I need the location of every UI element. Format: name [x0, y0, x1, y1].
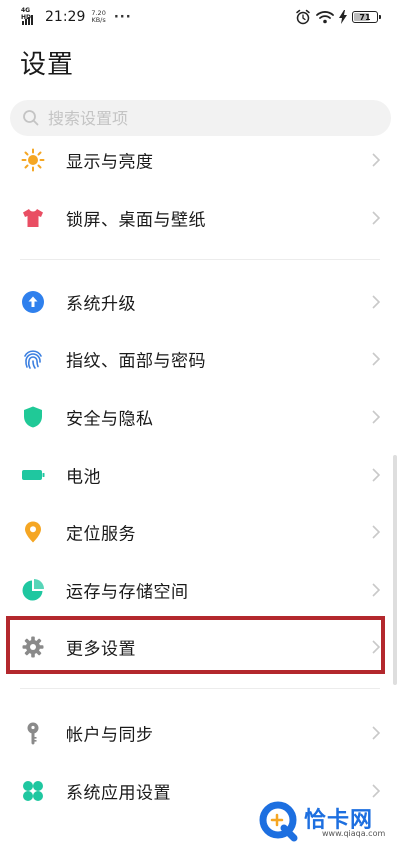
settings-item-battery[interactable]: 电池: [0, 447, 400, 503]
search-icon: [23, 110, 39, 126]
watermark-url: www.qiaqa.com: [322, 829, 386, 838]
status-bar: 4G HD 21:29 7.20 KB/s ··· 71: [0, 0, 400, 34]
settings-item-display-brightness[interactable]: 显示与亮度: [0, 132, 400, 188]
settings-item-lockscreen-wallpaper[interactable]: 锁屏、桌面与壁纸: [0, 190, 400, 246]
settings-item-label: 锁屏、桌面与壁纸: [66, 210, 206, 231]
battery-indicator: 71: [352, 11, 381, 23]
tshirt-icon: [23, 209, 43, 227]
settings-item-label: 安全与隐私: [66, 409, 154, 430]
battery-level: 71: [359, 12, 371, 22]
chevron-right-icon: [372, 726, 381, 740]
alarm-clock-icon: [296, 9, 310, 25]
arrow-up-circle-icon: [22, 291, 44, 313]
chevron-right-icon: [372, 468, 381, 482]
section-divider: [20, 259, 380, 260]
shield-icon: [24, 406, 42, 428]
settings-item-label: 帐户与同步: [66, 725, 154, 746]
settings-item-accounts-sync[interactable]: 帐户与同步: [0, 705, 400, 761]
settings-item-security-privacy[interactable]: 安全与隐私: [0, 389, 400, 445]
watermark: 恰卡网 www.qiaqa.com: [258, 798, 398, 842]
settings-item-label: 显示与亮度: [66, 152, 154, 173]
settings-item-label: 电池: [66, 467, 101, 488]
highlight-annotation-box: [6, 616, 385, 674]
location-pin-icon: [25, 521, 41, 543]
network-speed-unit: KB/s: [91, 16, 106, 24]
key-icon: [27, 722, 39, 745]
settings-item-ram-storage[interactable]: 运存与存储空间: [0, 562, 400, 618]
chevron-right-icon: [372, 525, 381, 539]
network-speed: 7.20 KB/s: [91, 10, 105, 24]
chevron-right-icon: [372, 784, 381, 798]
settings-item-location-services[interactable]: 定位服务: [0, 504, 400, 560]
settings-item-label: 定位服务: [66, 524, 136, 545]
settings-item-system-update[interactable]: 系统升级: [0, 274, 400, 330]
settings-item-fingerprint-face-password[interactable]: 指纹、面部与密码: [0, 331, 400, 387]
scrollbar[interactable]: [393, 455, 397, 685]
search-bar[interactable]: [10, 100, 391, 136]
search-input[interactable]: [46, 107, 350, 129]
chevron-right-icon: [372, 295, 381, 309]
sun-icon: [21, 148, 45, 172]
fingerprint-icon: [24, 350, 42, 369]
section-divider: [20, 688, 380, 689]
status-bar-left: 4G HD 21:29 7.20 KB/s ···: [21, 7, 132, 27]
charging-bolt-icon: [339, 10, 347, 24]
chevron-right-icon: [372, 352, 381, 366]
settings-item-label: 系统升级: [66, 294, 136, 315]
watermark-logo-icon: [259, 801, 298, 842]
settings-item-label: 指纹、面部与密码: [66, 351, 206, 372]
wifi-icon: [316, 11, 334, 24]
settings-item-label: 运存与存储空间: [66, 582, 189, 603]
chevron-right-icon: [372, 153, 381, 167]
status-time: 21:29: [45, 9, 86, 25]
signal-icon: 4G HD: [21, 7, 41, 26]
four-petal-icon: [23, 781, 43, 801]
battery-icon: [22, 470, 45, 480]
status-bar-right: 71: [295, 8, 381, 26]
chevron-right-icon: [372, 583, 381, 597]
page-title: 设置: [20, 50, 75, 80]
more-notifications-icon: ···: [113, 9, 132, 25]
chevron-right-icon: [372, 211, 381, 225]
chevron-right-icon: [372, 410, 381, 424]
pie-chart-icon: [22, 579, 44, 601]
settings-item-label: 系统应用设置: [66, 783, 171, 804]
